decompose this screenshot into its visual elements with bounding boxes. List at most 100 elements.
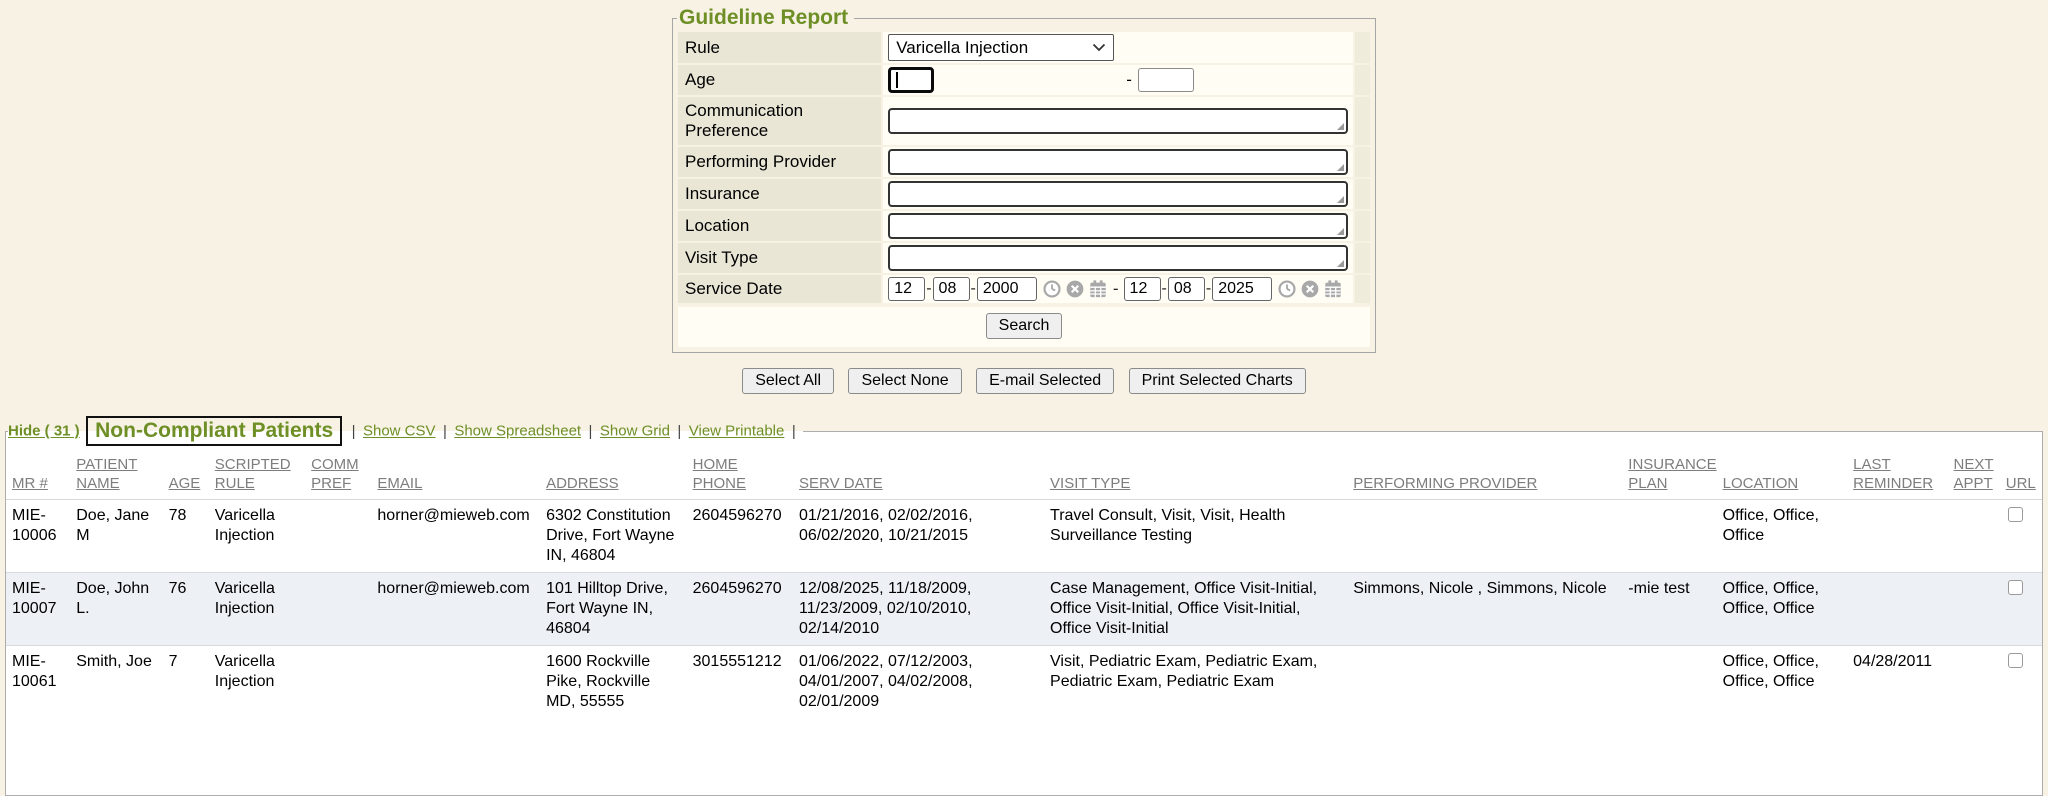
resize-grip-icon[interactable]	[1337, 164, 1344, 171]
show-csv-link[interactable]: Show CSV	[363, 423, 436, 440]
view-printable-link[interactable]: View Printable	[689, 423, 785, 440]
resize-grip-icon[interactable]	[1337, 228, 1344, 235]
service-date-from-group: - -	[888, 277, 1108, 301]
email-selected-button[interactable]: E-mail Selected	[976, 368, 1114, 394]
service-date-to-year-input[interactable]	[1212, 277, 1272, 301]
rule-label: Rule	[678, 32, 881, 63]
cell-location: Office, Office, Office, Office	[1717, 572, 1848, 645]
clear-icon[interactable]	[1300, 279, 1320, 299]
cell-comm-pref	[305, 645, 371, 718]
communication-preference-input[interactable]	[890, 110, 1346, 132]
cell-last-reminder	[1847, 572, 1947, 645]
resize-grip-icon[interactable]	[1337, 123, 1344, 130]
cell-scripted-rule: Varicella Injection	[209, 572, 305, 645]
spacer-cell	[1355, 211, 1370, 241]
column-header-visit-type[interactable]: VISIT TYPE	[1044, 454, 1347, 499]
link-separator: |	[443, 423, 447, 440]
cell-url	[2000, 645, 2042, 718]
location-label: Location	[678, 211, 881, 241]
column-header-address[interactable]: ADDRESS	[540, 454, 687, 499]
resize-grip-icon[interactable]	[1337, 260, 1344, 267]
column-header-next-appt[interactable]: NEXTAPPT	[1948, 454, 2000, 499]
column-header-scripted-rule[interactable]: SCRIPTEDRULE	[209, 454, 305, 499]
column-header-email[interactable]: EMAIL	[371, 454, 540, 499]
column-header-url[interactable]: URL	[2000, 454, 2042, 499]
select-all-button[interactable]: Select All	[742, 368, 834, 394]
show-grid-link[interactable]: Show Grid	[600, 423, 670, 440]
spacer-cell	[1355, 179, 1370, 209]
cell-performing-provider: Simmons, Nicole , Simmons, Nicole	[1347, 572, 1622, 645]
service-date-to-day-input[interactable]	[1168, 277, 1205, 301]
cell-next-appt	[1948, 572, 2000, 645]
link-separator: |	[792, 423, 796, 440]
age-to-input[interactable]	[1138, 68, 1194, 92]
insurance-input[interactable]	[890, 183, 1346, 205]
cell-home-phone: 3015551212	[687, 645, 793, 718]
cell-insurance-plan: -mie test	[1622, 572, 1716, 645]
clear-icon[interactable]	[1065, 279, 1085, 299]
calendar-icon[interactable]	[1323, 279, 1343, 299]
visit-type-input[interactable]	[890, 247, 1346, 269]
age-range-dash: -	[1126, 70, 1132, 90]
date-range-dash: -	[1113, 279, 1119, 299]
cell-url	[2000, 499, 2042, 572]
selection-actions: Select All Select None E-mail Selected P…	[0, 368, 2048, 394]
search-button[interactable]: Search	[986, 313, 1063, 339]
clock-icon[interactable]	[1277, 279, 1297, 299]
performing-provider-input[interactable]	[890, 151, 1346, 173]
rule-select[interactable]: Varicella Injection	[888, 34, 1114, 61]
hide-link[interactable]: Hide ( 31 )	[8, 423, 80, 440]
service-date-from-year-input[interactable]	[977, 277, 1037, 301]
spacer-cell	[1355, 147, 1370, 177]
insurance-label: Insurance	[678, 179, 881, 209]
cell-mr: MIE-10006	[6, 499, 70, 572]
column-header-serv-date[interactable]: SERV DATE	[793, 454, 1044, 499]
show-spreadsheet-link[interactable]: Show Spreadsheet	[454, 423, 581, 440]
age-from-input[interactable]	[888, 67, 934, 93]
row-select-checkbox[interactable]	[2008, 653, 2023, 668]
cell-url	[2000, 572, 2042, 645]
column-header-mr[interactable]: MR #	[6, 454, 70, 499]
cell-email: horner@mieweb.com	[371, 499, 540, 572]
column-header-home-phone[interactable]: HOMEPHONE	[687, 454, 793, 499]
location-input[interactable]	[890, 215, 1346, 237]
column-header-performing-provider[interactable]: PERFORMING PROVIDER	[1347, 454, 1622, 499]
resize-grip-icon[interactable]	[1337, 196, 1344, 203]
cell-serv-date: 01/21/2016, 02/02/2016, 06/02/2020, 10/2…	[793, 499, 1044, 572]
cell-next-appt	[1948, 645, 2000, 718]
service-date-to-month-input[interactable]	[1124, 277, 1161, 301]
cell-scripted-rule: Varicella Injection	[209, 645, 305, 718]
print-selected-charts-button[interactable]: Print Selected Charts	[1129, 368, 1306, 394]
calendar-icon[interactable]	[1088, 279, 1108, 299]
link-separator: |	[677, 423, 681, 440]
cell-email	[371, 645, 540, 718]
column-header-location[interactable]: LOCATION	[1717, 454, 1848, 499]
visit-type-label: Visit Type	[678, 243, 881, 273]
patient-row: MIE-10061Smith, Joe7Varicella Injection1…	[6, 645, 2042, 718]
column-header-insurance-plan[interactable]: INSURANCEPLAN	[1622, 454, 1716, 499]
cell-location: Office, Office, Office	[1717, 499, 1848, 572]
link-separator: |	[352, 423, 356, 440]
select-none-button[interactable]: Select None	[848, 368, 961, 394]
column-header-last-reminder[interactable]: LASTREMINDER	[1847, 454, 1947, 499]
clock-icon[interactable]	[1042, 279, 1062, 299]
service-date-from-month-input[interactable]	[888, 277, 925, 301]
column-header-age[interactable]: AGE	[163, 454, 209, 499]
row-select-checkbox[interactable]	[2008, 580, 2023, 595]
cell-last-reminder	[1847, 499, 1947, 572]
cell-age: 7	[163, 645, 209, 718]
rule-select-value: Varicella Injection	[896, 38, 1028, 58]
cell-performing-provider	[1347, 645, 1622, 718]
service-date-from-day-input[interactable]	[933, 277, 970, 301]
cell-home-phone: 2604596270	[687, 499, 793, 572]
column-header-patient-name[interactable]: PATIENTNAME	[70, 454, 162, 499]
report-header-row: MR #PATIENTNAMEAGESCRIPTEDRULECOMMPREFEM…	[6, 454, 2042, 499]
service-date-label: Service Date	[678, 275, 881, 303]
cell-serv-date: 12/08/2025, 11/18/2009, 11/23/2009, 02/1…	[793, 572, 1044, 645]
cell-address: 1600 Rockville Pike, Rockville MD, 55555	[540, 645, 687, 718]
row-select-checkbox[interactable]	[2008, 507, 2023, 522]
patient-row: MIE-10007Doe, John L.76Varicella Injecti…	[6, 572, 2042, 645]
cell-scripted-rule: Varicella Injection	[209, 499, 305, 572]
cell-last-reminder: 04/28/2011	[1847, 645, 1947, 718]
column-header-comm-pref[interactable]: COMMPREF	[305, 454, 371, 499]
